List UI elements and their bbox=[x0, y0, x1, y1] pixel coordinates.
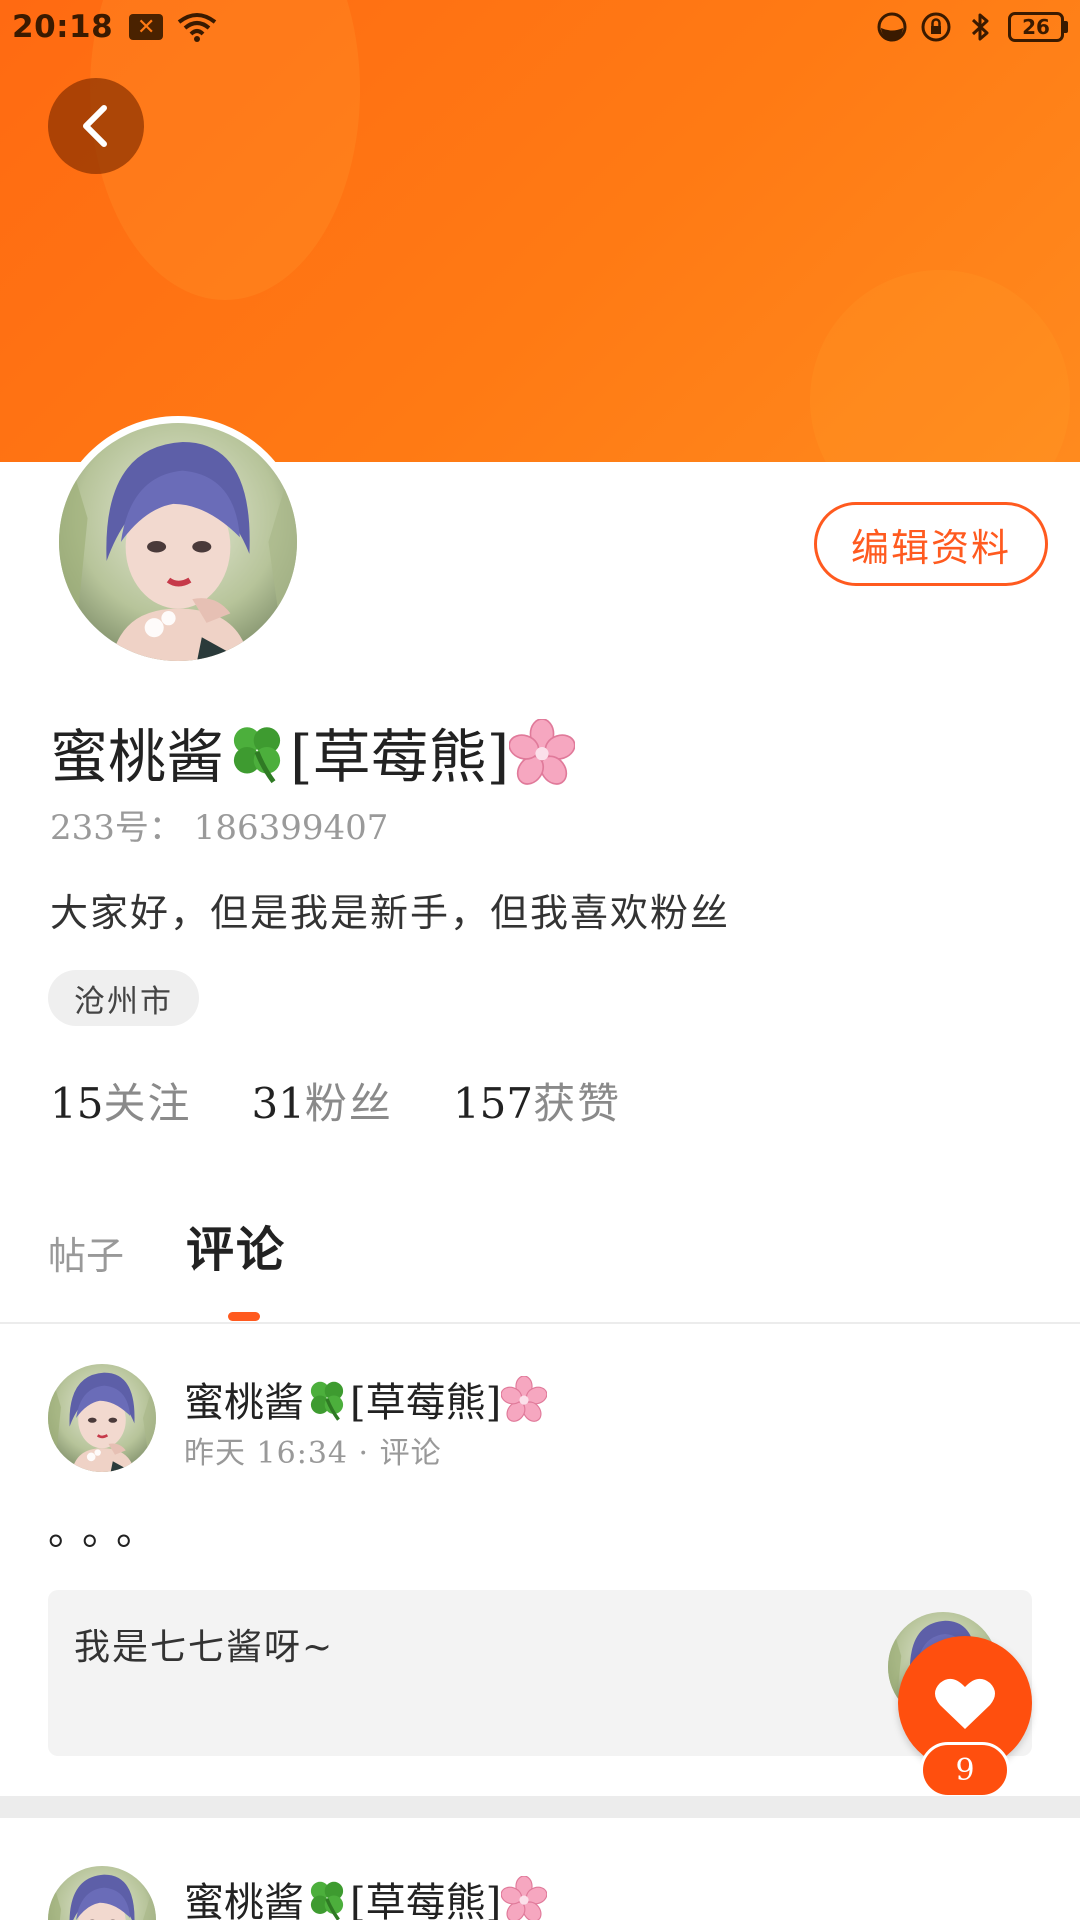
quoted-text: 我是七七酱呀~ bbox=[74, 1627, 335, 1668]
stat-followers-count: 31 bbox=[251, 1079, 305, 1128]
battery-level: 26 bbox=[1008, 12, 1064, 42]
stat-likes[interactable]: 157获赞 bbox=[453, 1070, 621, 1131]
profile-banner bbox=[0, 0, 1080, 462]
stat-followers-label: 粉丝 bbox=[304, 1079, 393, 1128]
clover-icon bbox=[304, 1876, 350, 1920]
author-suffix: [草莓熊] bbox=[350, 1380, 502, 1426]
cherry-blossom-icon bbox=[501, 1876, 547, 1920]
clover-icon bbox=[224, 719, 290, 785]
comment-text: 。。。 bbox=[48, 1508, 170, 1554]
avatar[interactable] bbox=[48, 1364, 156, 1472]
avatar[interactable] bbox=[48, 1866, 156, 1920]
profile-username: 蜜桃酱 [草莓熊] bbox=[50, 710, 575, 794]
stat-likes-label: 获赞 bbox=[533, 1079, 622, 1128]
cherry-blossom-icon bbox=[509, 719, 575, 785]
tab-divider bbox=[0, 1322, 1080, 1324]
chevron-left-icon bbox=[83, 105, 107, 147]
location-tag: 沧州市 bbox=[48, 970, 199, 1026]
author-name: 蜜桃酱 bbox=[184, 1880, 304, 1920]
battery-icon: 26 bbox=[1008, 12, 1068, 42]
stat-likes-count: 157 bbox=[452, 1079, 534, 1128]
content-tabs: 帖子 评论 bbox=[48, 1210, 286, 1280]
user-id: 233号： 186399407 bbox=[50, 808, 389, 848]
username-suffix: [草莓熊] bbox=[290, 723, 510, 791]
clover-icon bbox=[304, 1376, 350, 1422]
data-saver-icon bbox=[877, 12, 907, 42]
post-author[interactable]: 蜜桃酱 [草莓熊] bbox=[184, 1870, 547, 1920]
wifi-icon bbox=[177, 13, 217, 42]
stat-followers[interactable]: 31粉丝 bbox=[251, 1070, 392, 1131]
x-notification-icon: ✕ bbox=[129, 14, 164, 40]
edit-profile-button[interactable]: 编辑资料 bbox=[814, 502, 1048, 586]
profile-stats: 15关注 31粉丝 157获赞 bbox=[50, 1070, 621, 1131]
author-name: 蜜桃酱 bbox=[184, 1380, 304, 1426]
cherry-blossom-icon bbox=[501, 1376, 547, 1422]
quoted-post[interactable]: 我是七七酱呀~ bbox=[48, 1590, 1032, 1756]
profile-avatar[interactable] bbox=[52, 416, 304, 668]
section-divider bbox=[0, 1796, 1080, 1818]
back-button[interactable] bbox=[48, 78, 144, 174]
stat-following-label: 关注 bbox=[103, 1079, 192, 1128]
stat-following[interactable]: 15关注 bbox=[50, 1070, 191, 1131]
list-item[interactable]: 蜜桃酱 [草莓熊] bbox=[0, 1818, 1080, 1920]
status-time: 20:18 bbox=[12, 9, 114, 45]
tab-posts[interactable]: 帖子 bbox=[48, 1225, 124, 1280]
lock-rotation-icon bbox=[921, 12, 951, 42]
like-count-badge: 9 bbox=[920, 1742, 1010, 1798]
username-text: 蜜桃酱 bbox=[50, 723, 225, 791]
tab-comments[interactable]: 评论 bbox=[186, 1210, 286, 1280]
status-bar: 20:18 ✕ 26 bbox=[0, 0, 1080, 54]
author-suffix: [草莓熊] bbox=[350, 1880, 502, 1920]
post-meta: 昨天 16:34 · 评论 bbox=[184, 1436, 442, 1471]
heart-icon bbox=[935, 1678, 995, 1729]
post-author[interactable]: 蜜桃酱 [草莓熊] bbox=[184, 1370, 547, 1428]
active-tab-indicator bbox=[228, 1312, 260, 1321]
profile-bio: 大家好，但是我是新手，但我喜欢粉丝 bbox=[50, 891, 731, 935]
bluetooth-icon bbox=[971, 13, 989, 41]
stat-following-count: 15 bbox=[50, 1079, 104, 1128]
